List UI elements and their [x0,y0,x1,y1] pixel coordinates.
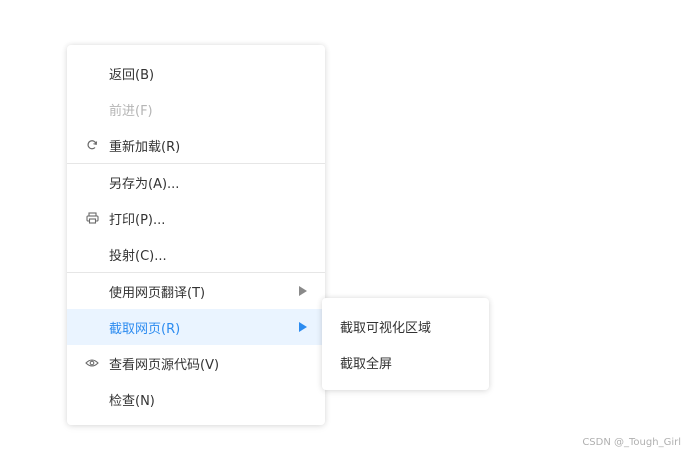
menu-item-label: 返回(B) [109,67,155,83]
capture-submenu: 截取可视化区域 截取全屏 [322,298,489,390]
menu-item-label: 打印(P)... [109,212,166,228]
menu-item-label: 使用网页翻译(T) [109,285,206,301]
menu-item-label: 重新加载(R) [109,139,181,155]
menu-item-label: 前进(F) [109,103,153,119]
menu-item-label: 查看网页源代码(V) [109,357,220,373]
screen: 返回(B) 前进(F) 重新加载(R) 另存为(A)... 打印(P)... 投… [0,0,689,456]
submenu-item-capture-visible[interactable]: 截取可视化区域 [322,308,489,344]
submenu-item-label: 截取可视化区域 [340,320,432,336]
submenu-arrow-icon [299,322,307,332]
menu-item-forward: 前进(F) [67,91,325,127]
menu-item-back[interactable]: 返回(B) [67,55,325,91]
watermark: CSDN @_Tough_Girl [582,437,681,448]
menu-item-cast[interactable]: 投射(C)... [67,236,325,272]
menu-item-print[interactable]: 打印(P)... [67,200,325,236]
context-menu: 返回(B) 前进(F) 重新加载(R) 另存为(A)... 打印(P)... 投… [67,45,325,425]
menu-item-label: 截取网页(R) [109,321,181,337]
reload-icon [85,138,99,152]
menu-item-label: 投射(C)... [109,248,167,264]
menu-item-save-as[interactable]: 另存为(A)... [67,164,325,200]
menu-item-view-source[interactable]: 查看网页源代码(V) [67,345,325,381]
submenu-item-label: 截取全屏 [340,356,393,372]
menu-item-reload[interactable]: 重新加载(R) [67,127,325,163]
menu-item-translate[interactable]: 使用网页翻译(T) [67,273,325,309]
printer-icon [85,211,99,225]
menu-item-capture-page[interactable]: 截取网页(R) [67,309,325,345]
submenu-arrow-icon [299,286,307,296]
eye-icon [85,356,99,370]
submenu-item-capture-full[interactable]: 截取全屏 [322,344,489,380]
menu-item-label: 另存为(A)... [109,176,180,192]
menu-item-label: 检查(N) [109,393,155,409]
menu-item-inspect[interactable]: 检查(N) [67,381,325,417]
